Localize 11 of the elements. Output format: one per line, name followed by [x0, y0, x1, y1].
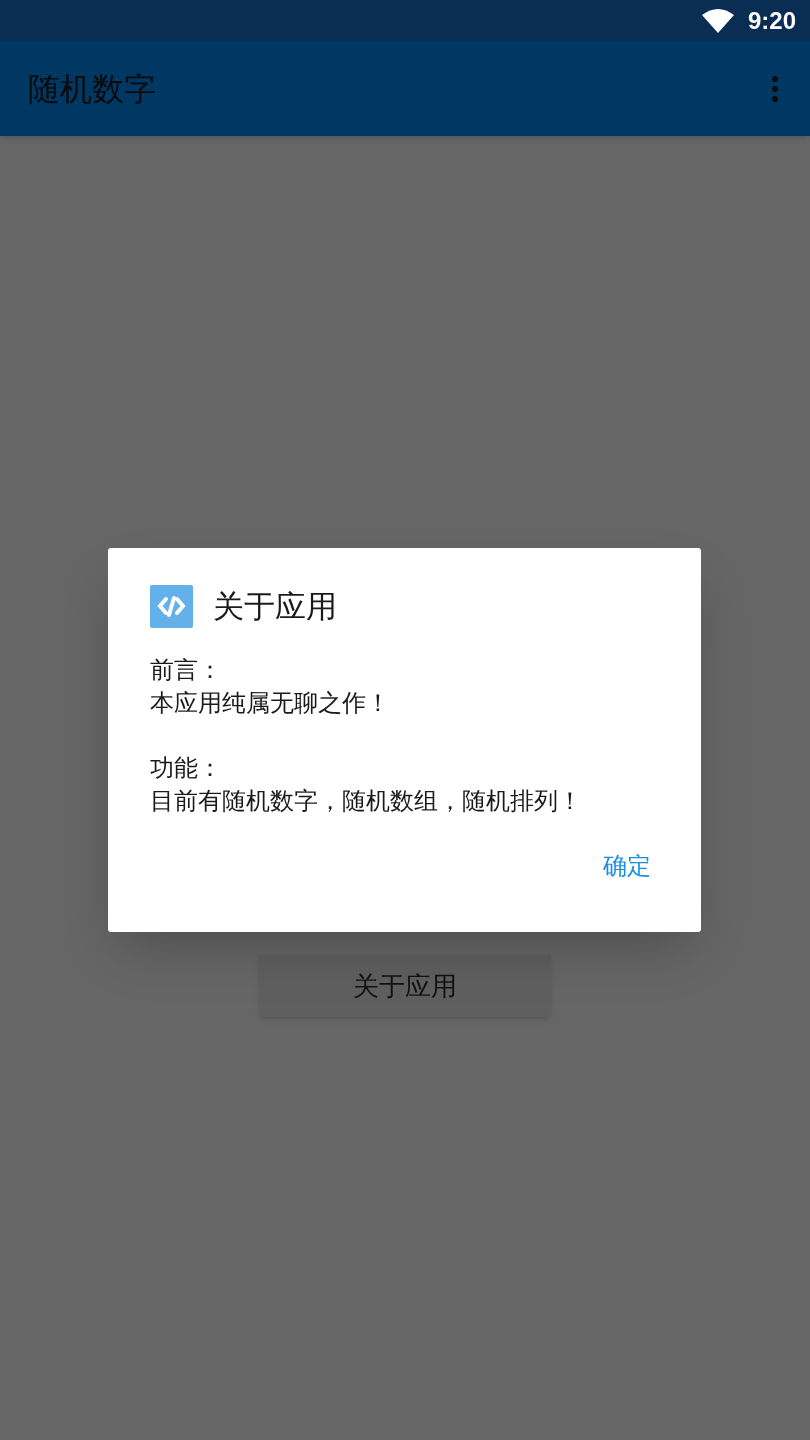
code-icon — [150, 584, 193, 628]
section-heading: 功能： — [150, 752, 223, 784]
section-heading: 前言： — [150, 654, 223, 686]
status-time: 9:20 — [747, 5, 796, 36]
app-title: 随机数字 — [28, 68, 156, 110]
about-app-button[interactable]: 关于应用 — [259, 955, 551, 1017]
section-text: 本应用纯属无聊之作！ — [150, 687, 391, 719]
wifi-icon — [701, 8, 734, 33]
confirm-button[interactable]: 确定 — [603, 847, 651, 884]
section-text: 目前有随机数字，随机数组，随机排列！ — [150, 785, 583, 817]
dialog-title: 关于应用 — [213, 587, 337, 626]
